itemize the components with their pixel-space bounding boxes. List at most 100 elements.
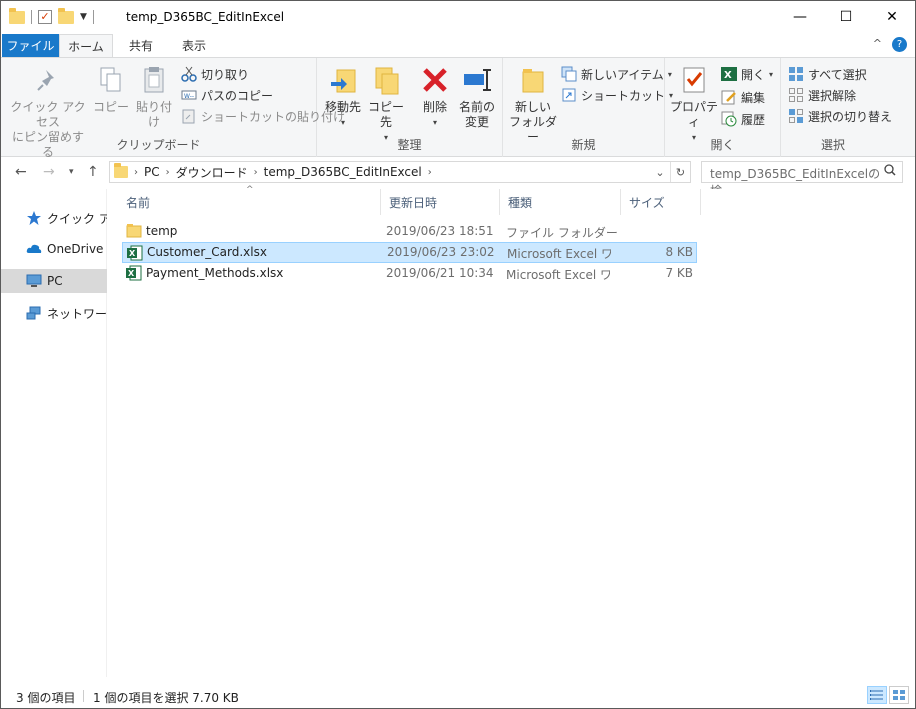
nav-item-pc[interactable]: PC [1,269,107,293]
tab-share[interactable]: 共有 [113,34,169,57]
edit-button[interactable]: 編集 [721,87,765,107]
file-row-payment-methods[interactable]: X Payment_Methods.xlsx 2019/06/21 10:34 … [122,263,697,284]
open-button[interactable]: X 開く ▾ [721,64,773,84]
column-header-type[interactable]: 種類 [500,189,621,215]
nav-item-quick-access[interactable]: クイック アク [1,206,107,230]
customize-qat-dropdown-icon[interactable]: ▼ [80,12,87,22]
invert-selection-button[interactable]: 選択の切り替え [788,106,892,126]
close-button[interactable]: ✕ [869,1,915,33]
new-item-label: 新しいアイテム [581,67,664,82]
move-to-label: 移動先 [324,100,361,114]
chevron-right-icon[interactable]: › [254,167,258,178]
copy-to-icon [370,64,402,96]
select-none-icon [788,87,804,103]
folder-icon[interactable] [9,7,25,24]
large-icons-view-icon[interactable] [889,686,909,704]
invert-selection-icon [788,108,804,124]
column-header-name[interactable]: 名前 [118,189,381,215]
tab-file[interactable]: ファイル [2,34,59,57]
easy-access-button[interactable]: ショートカット ▾ [561,85,673,105]
computer-icon [26,273,42,289]
pin-icon [32,64,64,96]
paste-button[interactable]: 貼り付け [131,64,177,130]
file-type: Microsoft Excel ワ... [507,247,611,261]
nav-item-label: OneDrive - [47,242,107,256]
edit-label: 編集 [741,90,766,105]
column-header-modified[interactable]: 更新日時 [381,189,500,215]
divider [31,10,32,24]
new-group-label: 新規 [571,138,596,152]
chevron-right-icon[interactable]: › [134,167,138,178]
file-row-temp[interactable]: temp 2019/06/23 18:51 ファイル フォルダー [122,221,697,242]
up-arrow-icon[interactable]: ↑ [87,164,99,180]
excel-file-icon: X [126,265,142,281]
cut-button[interactable]: 切り取り [181,64,249,84]
select-none-label: 選択解除 [808,88,857,103]
chevron-right-icon[interactable]: › [428,167,432,178]
ribbon: クイック アクセス にピン留めする コピー 貼り付け 切り取り W-- パスのコ… [1,57,915,159]
breadcrumb-current-folder[interactable]: temp_D365BC_EditInExcel [264,165,422,179]
select-all-button[interactable]: すべて選択 [788,64,867,84]
tab-home[interactable]: ホーム [59,34,113,58]
cloud-icon [26,241,42,257]
breadcrumb-pc[interactable]: PC [144,165,160,179]
address-bar[interactable]: › PC › ダウンロード › temp_D365BC_EditInExcel … [109,161,691,183]
history-icon [721,111,737,127]
new-item-icon [561,66,577,82]
file-name: Customer_Card.xlsx [147,245,267,259]
svg-text:X: X [129,249,136,258]
copy-icon [95,64,127,96]
file-name: temp [146,224,178,238]
item-count: 3 個の項目 [16,691,76,705]
rename-button[interactable]: 名前の 変更 [457,64,497,130]
new-folder-button[interactable]: 新しい フォルダー [507,64,559,145]
search-input[interactable]: temp_D365BC_EditInExcelの検... [701,161,903,198]
nav-item-network[interactable]: ネットワーク [1,301,107,325]
select-all-icon [788,66,804,82]
file-size: 7 KB [665,266,693,280]
properties-icon [678,64,710,96]
nav-item-onedrive[interactable]: OneDrive - [1,237,107,261]
back-arrow-icon[interactable]: ← [15,164,27,180]
copy-path-button[interactable]: W-- パスのコピー [181,85,273,105]
copy-button[interactable]: コピー [91,64,131,115]
help-icon[interactable]: ? [892,37,907,52]
copy-to-label: コピー先 [367,100,404,129]
column-header-size[interactable]: サイズ [621,189,701,215]
maximize-button[interactable]: ☐ [823,1,869,33]
history-button[interactable]: 履歴 [721,109,765,129]
tab-view[interactable]: 表示 [169,34,219,57]
rename-icon [461,64,493,96]
organize-group-label: 整理 [397,138,422,152]
collapse-ribbon-icon[interactable]: ^ [873,37,882,52]
breadcrumb-downloads[interactable]: ダウンロード [176,164,248,181]
file-list: ^ 名前 更新日時 種類 サイズ temp 2019/06/23 18:51 フ… [108,185,915,677]
address-history-chevron-icon[interactable]: ⌄ [650,162,670,182]
caption-buttons: — ☐ ✕ [777,1,915,33]
copy-path-icon: W-- [181,87,197,103]
forward-arrow-icon[interactable]: → [43,164,55,180]
recent-locations-chevron-icon[interactable]: ▾ [69,167,74,177]
move-to-button[interactable]: 移動先 ▾ [323,64,363,130]
copy-to-button[interactable]: コピー先 ▾ [363,64,409,145]
search-icon[interactable] [884,164,896,179]
delete-button[interactable]: 削除 ▾ [415,64,455,130]
chevron-right-icon[interactable]: › [166,167,170,178]
file-size: 8 KB [665,245,693,259]
new-item-button[interactable]: 新しいアイテム ▾ [561,64,672,84]
select-none-button[interactable]: 選択解除 [788,85,856,105]
minimize-button[interactable]: — [777,1,823,33]
navigation-pane: クイック アク OneDrive - PC ネットワーク [1,189,107,677]
invert-selection-label: 選択の切り替え [808,109,893,124]
properties-button[interactable]: プロパティ ▾ [669,64,719,145]
file-row-customer-card[interactable]: X Customer_Card.xlsx 2019/06/23 23:02 Mi… [122,242,697,263]
refresh-icon[interactable]: ↻ [670,162,690,182]
chevron-down-icon: ▾ [432,118,437,127]
edit-icon [721,89,737,105]
properties-label: プロパティ [669,100,718,129]
new-folder-icon[interactable] [58,7,74,24]
properties-check-icon[interactable]: ✓ [38,10,52,24]
details-view-icon[interactable] [867,686,887,704]
svg-text:W--: W-- [184,93,194,100]
svg-text:X: X [724,70,732,81]
